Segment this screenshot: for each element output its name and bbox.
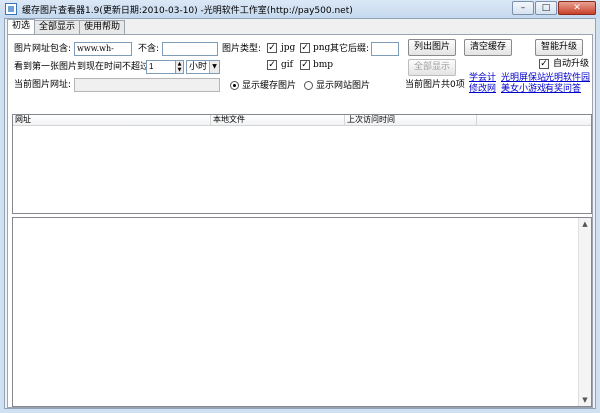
client-area: 初选 全部显示 使用帮助 图片网址包含: www.wh-seo.com 不含: … xyxy=(4,18,596,409)
tab-strip: 初选 全部显示 使用帮助 xyxy=(7,19,126,35)
auto-upgrade-checkbox[interactable]: ✓ xyxy=(539,59,549,69)
column-last-access[interactable]: 上次访问时间 xyxy=(345,115,477,126)
bmp-label: bmp xyxy=(313,60,334,70)
link-screensaver[interactable]: 光明屏保站 xyxy=(501,73,546,84)
show-all-button[interactable]: 全部显示 xyxy=(408,59,456,76)
show-cache-radio[interactable] xyxy=(230,81,239,90)
time-limit-label: 看到第一张图片到现在时间不超过: xyxy=(14,62,153,72)
gif-checkbox[interactable]: ✓ xyxy=(267,60,277,70)
image-list[interactable]: 网址 本地文件 上次访问时间 xyxy=(12,114,592,214)
column-url[interactable]: 网址 xyxy=(13,115,211,126)
column-local-file[interactable]: 本地文件 xyxy=(211,115,345,126)
tab-panel: 图片网址包含: www.wh-seo.com 不含: 图片类型: ✓ jpg ✓… xyxy=(7,34,593,408)
clear-cache-button[interactable]: 清空缓存 xyxy=(464,39,512,56)
image-type-label: 图片类型: xyxy=(222,44,262,54)
tab-show-all[interactable]: 全部显示 xyxy=(34,20,81,34)
time-value-input[interactable]: 1 xyxy=(146,60,176,74)
link-mini-games[interactable]: 美女小游戏 xyxy=(501,84,546,95)
app-window: 缓存图片查看器1.9(更新日期:2010-03-10) -光明软件工作室(htt… xyxy=(0,0,600,413)
link-quiz[interactable]: 有奖问答 xyxy=(545,84,581,95)
scroll-up-icon[interactable]: ▲ xyxy=(579,218,591,230)
time-unit-value: 小时 xyxy=(189,62,208,72)
minimize-button[interactable]: – xyxy=(512,1,534,15)
bmp-checkbox[interactable]: ✓ xyxy=(300,60,310,70)
time-unit-select[interactable]: 小时 ▼ xyxy=(186,60,220,74)
link-software-park[interactable]: 光明软件园 xyxy=(545,73,590,84)
exclude-label: 不含: xyxy=(138,44,160,54)
url-contains-input[interactable]: www.wh-seo.com xyxy=(74,42,132,56)
show-web-label: 显示网站图片 xyxy=(316,81,371,91)
list-header: 网址 本地文件 上次访问时间 xyxy=(13,115,591,126)
image-preview-area[interactable]: ▲ ▼ xyxy=(12,217,592,407)
show-web-radio[interactable] xyxy=(304,81,313,90)
list-images-button[interactable]: 列出图片 xyxy=(408,39,456,56)
maximize-button[interactable]: □ xyxy=(535,1,557,15)
auto-upgrade-label: 自动升级 xyxy=(553,59,590,69)
title-bar[interactable]: 缓存图片查看器1.9(更新日期:2010-03-10) -光明软件工作室(htt… xyxy=(0,0,600,18)
tab-help[interactable]: 使用帮助 xyxy=(79,20,126,34)
other-ext-input[interactable] xyxy=(371,42,399,56)
column-extra[interactable] xyxy=(477,115,591,126)
image-count-status: 当前图片共0项 xyxy=(405,80,465,90)
png-label: png xyxy=(313,43,331,53)
show-cache-label: 显示缓存图片 xyxy=(242,81,297,91)
other-ext-label: 其它后缀: xyxy=(330,44,370,54)
link-accounting[interactable]: 学会计 xyxy=(469,73,496,84)
smart-upgrade-button[interactable]: 智能升级 xyxy=(535,39,583,56)
window-title: 缓存图片查看器1.9(更新日期:2010-03-10) -光明软件工作室(htt… xyxy=(22,6,353,16)
scroll-down-icon[interactable]: ▼ xyxy=(579,394,591,406)
jpg-checkbox[interactable]: ✓ xyxy=(267,43,277,53)
gif-label: gif xyxy=(281,60,293,70)
jpg-label: jpg xyxy=(281,43,296,53)
close-button[interactable]: ✕ xyxy=(558,1,596,15)
current-url-input[interactable] xyxy=(74,78,220,92)
time-spinner[interactable]: ▲ ▼ xyxy=(175,60,184,74)
spin-down-icon[interactable]: ▼ xyxy=(176,67,183,73)
app-icon xyxy=(5,3,17,15)
png-checkbox[interactable]: ✓ xyxy=(300,43,310,53)
url-contains-label: 图片网址包含: xyxy=(14,44,72,54)
tab-initial[interactable]: 初选 xyxy=(7,19,36,35)
link-modify[interactable]: 修改网 xyxy=(469,84,496,95)
chevron-down-icon: ▼ xyxy=(209,61,219,73)
vertical-scrollbar[interactable]: ▲ ▼ xyxy=(578,218,591,406)
exclude-input[interactable] xyxy=(162,42,218,56)
current-url-label: 当前图片网址: xyxy=(14,80,72,90)
